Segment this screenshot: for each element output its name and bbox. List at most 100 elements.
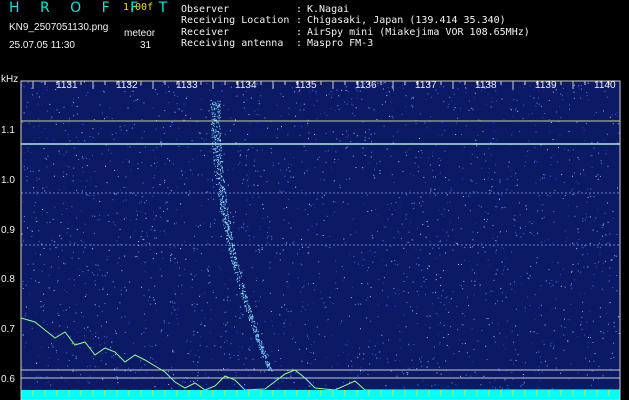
noise-pixel [464,204,466,206]
noise-pixel [92,346,94,348]
trail-pixel [247,307,249,309]
noise-pixel [436,372,438,374]
trail-pixel [226,213,228,215]
trail-pixel [233,247,235,249]
noise-pixel [523,381,525,383]
noise-pixel [438,333,439,335]
noise-pixel [240,154,242,156]
noise-pixel [97,366,99,368]
noise-pixel [346,344,348,346]
noise-pixel [237,151,239,153]
trail-pixel [230,252,232,254]
noise-pixel [476,340,478,342]
noise-pixel [106,272,108,274]
noise-pixel [600,162,602,164]
noise-pixel [419,249,421,251]
noise-pixel [331,335,333,337]
noise-pixel [256,193,258,195]
noise-pixel [31,231,33,232]
trail-pixel [233,256,235,258]
noise-pixel [412,310,414,312]
noise-pixel [46,186,48,188]
noise-pixel [597,178,599,180]
trail-pixel [245,310,247,312]
noise-pixel [171,367,173,369]
noise-pixel [124,332,126,333]
noise-pixel [240,284,242,286]
noise-pixel [203,222,205,224]
noise-pixel [561,174,563,176]
trail-pixel [217,111,219,113]
noise-pixel [200,132,202,134]
noise-pixel [313,289,315,291]
noise-pixel [564,148,566,150]
noise-pixel [57,281,58,283]
noise-pixel [429,240,431,242]
noise-pixel [324,305,326,307]
trail-pixel [255,336,257,338]
noise-pixel [79,275,80,276]
trail-pixel [263,352,265,354]
freq-label-1136: 1136 [355,80,377,91]
noise-pixel [174,289,176,291]
noise-pixel [82,156,84,158]
noise-pixel [587,196,589,198]
noise-pixel [441,134,443,136]
trail-pixel [254,321,256,323]
noise-pixel [606,243,607,245]
noise-pixel [183,241,185,242]
noise-pixel [487,148,489,149]
noise-pixel [318,273,320,275]
trail-pixel [215,148,217,150]
noise-pixel [185,258,187,260]
noise-pixel [85,283,86,284]
noise-pixel [148,289,150,291]
noise-pixel [612,210,614,212]
noise-pixel [201,310,203,312]
noise-pixel [40,301,42,302]
noise-pixel [388,115,390,117]
noise-pixel [123,186,125,188]
noise-pixel [537,232,539,234]
noise-pixel [324,150,326,152]
trail-pixel [223,200,225,202]
noise-pixel [412,174,414,176]
noise-pixel [210,223,212,225]
noise-pixel [413,207,415,209]
noise-pixel [485,299,487,301]
noise-pixel [325,161,327,163]
noise-pixel [262,208,264,210]
noise-pixel [46,137,48,139]
noise-pixel [502,273,504,275]
noise-pixel [39,254,41,256]
noise-pixel [539,198,541,200]
noise-pixel [54,206,56,208]
trail-pixel [227,226,229,228]
trail-pixel [238,266,239,268]
noise-pixel [313,352,315,354]
noise-pixel [91,272,93,273]
noise-pixel [25,312,27,314]
noise-pixel [206,133,208,135]
noise-pixel [586,92,588,93]
noise-pixel [36,177,38,179]
noise-pixel [25,342,27,344]
noise-pixel [110,152,112,154]
noise-pixel [38,230,40,232]
noise-pixel [405,152,406,154]
noise-pixel [248,348,250,350]
noise-pixel [510,359,512,361]
noise-pixel [541,371,543,373]
noise-pixel [86,194,88,196]
noise-pixel [227,368,229,369]
noise-pixel [256,149,258,151]
trail-pixel [224,208,226,210]
trail-pixel [251,318,253,320]
noise-pixel [602,375,604,377]
trail-pixel [218,183,219,185]
trail-pixel [258,343,260,345]
noise-pixel [308,385,310,387]
noise-pixel [455,134,457,135]
noise-pixel [250,97,252,99]
noise-pixel [505,258,507,259]
